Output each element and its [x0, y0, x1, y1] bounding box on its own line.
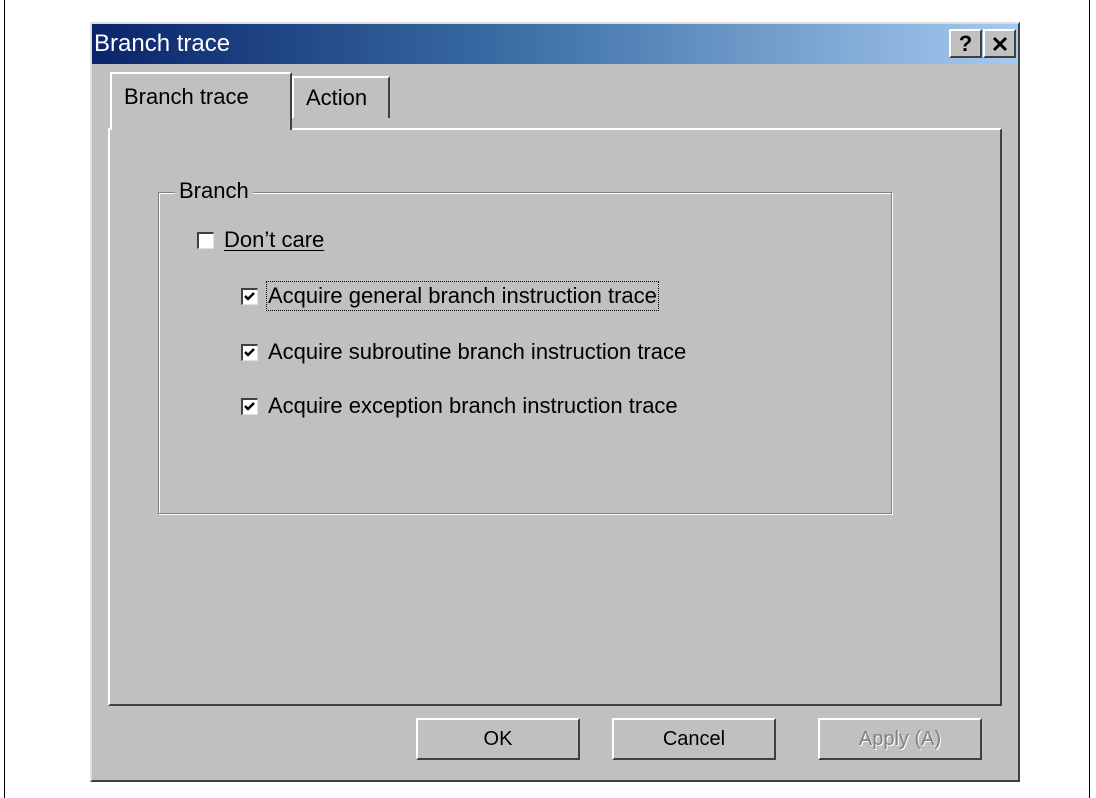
- apply-button[interactable]: Apply (A): [818, 718, 982, 760]
- tab-panel: Branch Don’t care Acquire general branch…: [108, 128, 1002, 706]
- branch-groupbox: Branch Don’t care Acquire general branch…: [158, 177, 892, 514]
- check-mark-icon: [244, 347, 255, 357]
- checkbox-box[interactable]: [241, 287, 258, 305]
- checkbox-box[interactable]: [197, 231, 214, 249]
- tab-action[interactable]: Action: [292, 76, 390, 118]
- subroutine-branch-label: Acquire subroutine branch instruction tr…: [268, 339, 687, 364]
- subroutine-branch-checkbox[interactable]: Acquire subroutine branch instruction tr…: [241, 339, 686, 365]
- close-icon: [992, 36, 1007, 51]
- check-mark-icon: [244, 291, 255, 301]
- branch-group-label: Branch: [175, 177, 253, 205]
- general-branch-checkbox[interactable]: Acquire general branch instruction trace: [241, 281, 659, 311]
- ok-button[interactable]: OK: [416, 718, 580, 760]
- checkbox-box[interactable]: [241, 397, 258, 415]
- branch-trace-dialog: Branch trace ? Branch trace Action Branc…: [90, 22, 1020, 782]
- tab-branch-trace[interactable]: Branch trace: [110, 72, 292, 130]
- dont-care-label: Don’t care: [224, 227, 325, 252]
- checkbox-box[interactable]: [241, 343, 258, 361]
- window-title: Branch trace: [94, 30, 231, 57]
- help-button[interactable]: ?: [949, 29, 982, 58]
- exception-branch-label: Acquire exception branch instruction tra…: [268, 393, 678, 418]
- close-button[interactable]: [983, 29, 1016, 58]
- exception-branch-checkbox[interactable]: Acquire exception branch instruction tra…: [241, 393, 678, 419]
- general-branch-label: Acquire general branch instruction trace: [266, 281, 659, 311]
- dont-care-checkbox[interactable]: Don’t care: [197, 227, 324, 253]
- title-bar: Branch trace ?: [92, 24, 1018, 64]
- cancel-button[interactable]: Cancel: [612, 718, 776, 760]
- check-mark-icon: [244, 401, 255, 411]
